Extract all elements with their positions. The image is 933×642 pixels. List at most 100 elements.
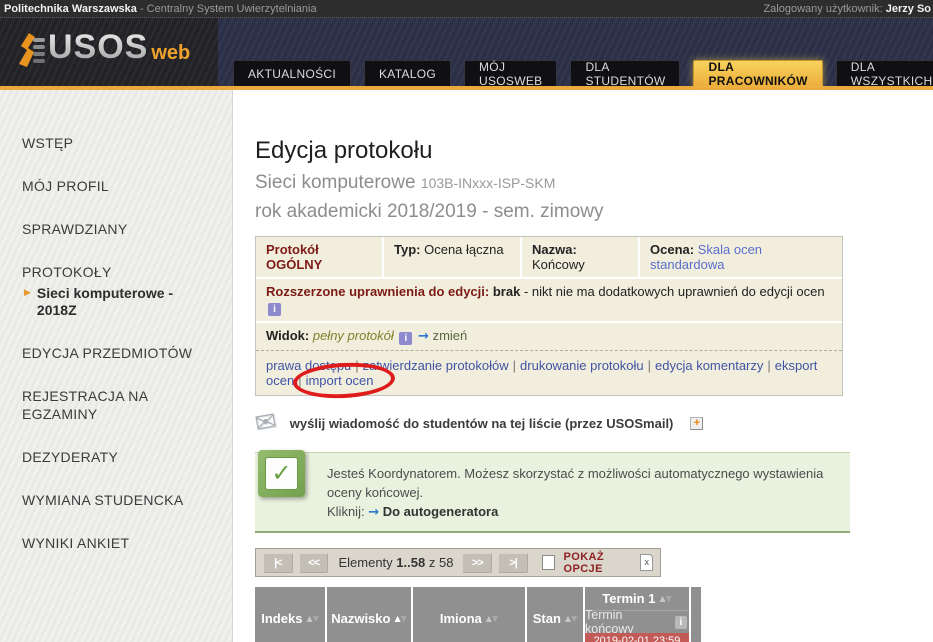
prev-page-button[interactable]: << [299, 553, 329, 573]
sidebar-item-wymiana[interactable]: WYMIANA STUDENCKA [22, 491, 200, 509]
tab-dla-wszystkich[interactable]: DLA WSZYSTKICH [836, 60, 933, 86]
ocena-label: Ocena: [650, 242, 694, 257]
sidebar: WSTĘP MÓJ PROFIL SPRAWDZIANY PROTOKOŁY ▶… [0, 90, 233, 642]
link-import-ocen[interactable]: import ocen [306, 373, 374, 388]
kliknij-label: Kliknij: [327, 504, 365, 519]
coordinator-notice: ✓ Jesteś Koordynatorem. Możesz skorzysta… [255, 452, 850, 533]
arrow-bullet-icon: ▶ [24, 288, 31, 319]
sort-icons-termin[interactable]: ▲▼ [659, 594, 671, 603]
show-options-checkbox[interactable] [542, 555, 555, 570]
main-content: Edycja protokołu Sieci komputerowe 103B-… [233, 90, 933, 642]
link-edycja-komentarzy[interactable]: edycja komentarzy [655, 358, 763, 373]
course-name: Sieci komputerowe [255, 172, 416, 193]
envelope-icon[interactable]: ✉ [253, 406, 280, 439]
logo-text-web: web [151, 34, 190, 72]
first-page-button[interactable]: |< [263, 553, 293, 573]
nazwa-label: Nazwa: [532, 242, 577, 257]
institution-name: Politechnika Warszawska [4, 3, 137, 15]
link-separator: | [298, 373, 301, 388]
pagination-bar: |< << Elementy 1..58 z 58 >> >| POKAŻ OP… [255, 548, 661, 577]
view-label: Widok: [266, 328, 309, 343]
logged-user-name[interactable]: Jerzy So [886, 3, 931, 15]
sort-icons-stan[interactable]: ▲▼ [565, 614, 577, 623]
main-navigation: AKTUALNOŚCI KATALOG MÓJ USOSWEB DLA STUD… [233, 60, 933, 86]
sidebar-item-dezyderaty[interactable]: DEZYDERATY [22, 448, 200, 466]
checkmark-icon: ✓ [258, 450, 305, 497]
permissions-value: brak [493, 284, 520, 299]
logged-user: Zalogowany użytkownik: Jerzy So [763, 3, 931, 15]
permissions-info-icon[interactable]: i [268, 303, 281, 316]
sidebar-item-wstep[interactable]: WSTĘP [22, 134, 200, 152]
coordinator-text-line2: Kliknij: → Do autogeneratora [327, 502, 836, 522]
sidebar-item-sprawdziany[interactable]: SPRAWDZIANY [22, 220, 200, 238]
logged-user-label: Zalogowany użytkownik: [763, 3, 882, 15]
sidebar-subitem-protokol[interactable]: ▶ Sieci komputerowe - 2018Z [24, 285, 214, 319]
students-table: Indeks ▲▼ Nazwisko ▲▼ Imiona ▲▼ Stan ▲▼ [255, 587, 703, 642]
last-page-button[interactable]: >| [498, 553, 528, 573]
header-imiona[interactable]: Imiona ▲▼ [413, 587, 525, 642]
header-spacer-strip [691, 587, 701, 642]
tab-dla-pracownikow[interactable]: DLA PRACOWNIKÓW [693, 60, 822, 86]
link-zatwierdzanie[interactable]: zatwierdzanie protokołów [363, 358, 509, 373]
view-info-icon[interactable]: i [399, 332, 412, 345]
header-stan[interactable]: Stan ▲▼ [527, 587, 583, 642]
sidebar-item-rejestracja[interactable]: REJESTRACJA NA EGZAMINY [22, 387, 200, 423]
coordinator-text-line1: Jesteś Koordynatorem. Możesz skorzystać … [327, 464, 836, 502]
protocol-name-cell: Protokół OGÓLNY [256, 237, 384, 277]
elements-range: 1..58 [396, 555, 425, 570]
permissions-row: Rozszerzone uprawnienia do edycji: brak … [256, 279, 842, 323]
send-mail-link[interactable]: wyślij wiadomość do studentów na tej liś… [290, 416, 674, 431]
table-header-row: Indeks ▲▼ Nazwisko ▲▼ Imiona ▲▼ Stan ▲▼ [255, 587, 703, 642]
sort-icons-indeks[interactable]: ▲▼ [306, 614, 318, 623]
header-indeks[interactable]: Indeks ▲▼ [255, 587, 325, 642]
export-spreadsheet-icon[interactable]: x [640, 554, 653, 571]
header-nazwisko[interactable]: Nazwisko ▲▼ [327, 587, 411, 642]
of-word: z [429, 555, 436, 570]
header-imiona-label: Imiona [440, 611, 482, 626]
usos-logo-icon [12, 30, 48, 72]
send-mail-row: ✉ wyślij wiadomość do studentów na tej l… [255, 408, 933, 438]
deadline-bar: 2019-02-01 23:59 [585, 633, 689, 642]
change-arrow-icon: → [418, 329, 429, 344]
protocol-name-label: Protokół [266, 242, 319, 257]
link-prawa-dostepu[interactable]: prawa dostępu [266, 358, 351, 373]
termin-info-icon[interactable]: i [675, 616, 687, 629]
sidebar-item-edycja-przedmiotow[interactable]: EDYCJA PRZEDMIOTÓW [22, 344, 200, 362]
protocol-actions-row: prawa dostępu|zatwierdzanie protokołów|d… [256, 351, 842, 395]
tab-dla-studentow[interactable]: DLA STUDENTÓW [570, 60, 680, 86]
usosweb-logo[interactable]: USOS web [12, 22, 190, 72]
link-separator: | [767, 358, 770, 373]
system-name: - Centralny System Uwierzytelniania [140, 3, 317, 15]
termin-koncowy-row: Termin końcowy i [585, 611, 689, 633]
view-row: Widok: pełny protokół i → zmień [256, 323, 842, 351]
usosmail-external-icon[interactable]: + [690, 417, 703, 430]
permissions-label: Rozszerzone uprawnienia do edycji: [266, 284, 489, 299]
sort-icons-imiona[interactable]: ▲▼ [486, 614, 498, 623]
course-line: Sieci komputerowe 103B-INxxx-ISP-SKM [255, 171, 933, 195]
view-value: pełny protokół [313, 328, 394, 343]
sidebar-item-moj-profil[interactable]: MÓJ PROFIL [22, 177, 200, 195]
header-nazwisko-label: Nazwisko [331, 611, 390, 626]
show-options-label[interactable]: POKAŻ OPCJE [564, 551, 632, 575]
termin-1-label: Termin 1 [602, 591, 655, 606]
next-page-button[interactable]: >> [462, 553, 492, 573]
elements-word: Elementy [338, 555, 392, 570]
change-view-link[interactable]: zmień [433, 328, 468, 343]
autogenerator-link[interactable]: Do autogeneratora [383, 504, 499, 519]
sidebar-item-wyniki-ankiet[interactable]: WYNIKI ANKIET [22, 534, 200, 552]
protocol-type-cell: Typ: Ocena łączna [384, 237, 522, 277]
permissions-rest: - nikt nie ma dodatkowych uprawnień do e… [524, 284, 825, 299]
tab-katalog[interactable]: KATALOG [364, 60, 451, 86]
link-separator: | [513, 358, 516, 373]
term-line: rok akademicki 2018/2019 - sem. zimowy [255, 200, 933, 224]
tab-aktualnosci[interactable]: AKTUALNOŚCI [233, 60, 351, 86]
link-drukowanie[interactable]: drukowanie protokołu [520, 358, 644, 373]
protocol-info-row-1: Protokół OGÓLNY Typ: Ocena łączna Nazwa:… [256, 237, 842, 279]
protocol-nazwa-cell: Nazwa: Końcowy [522, 237, 640, 277]
checkmark-glyph: ✓ [265, 457, 298, 490]
protocol-info-table: Protokół OGÓLNY Typ: Ocena łączna Nazwa:… [255, 236, 843, 396]
sidebar-item-protokoly[interactable]: PROTOKOŁY [22, 263, 200, 281]
sort-icons-nazwisko[interactable]: ▲▼ [394, 614, 406, 623]
tab-moj-usosweb[interactable]: MÓJ USOSWEB [464, 60, 557, 86]
nazwa-value: Końcowy [532, 257, 585, 272]
